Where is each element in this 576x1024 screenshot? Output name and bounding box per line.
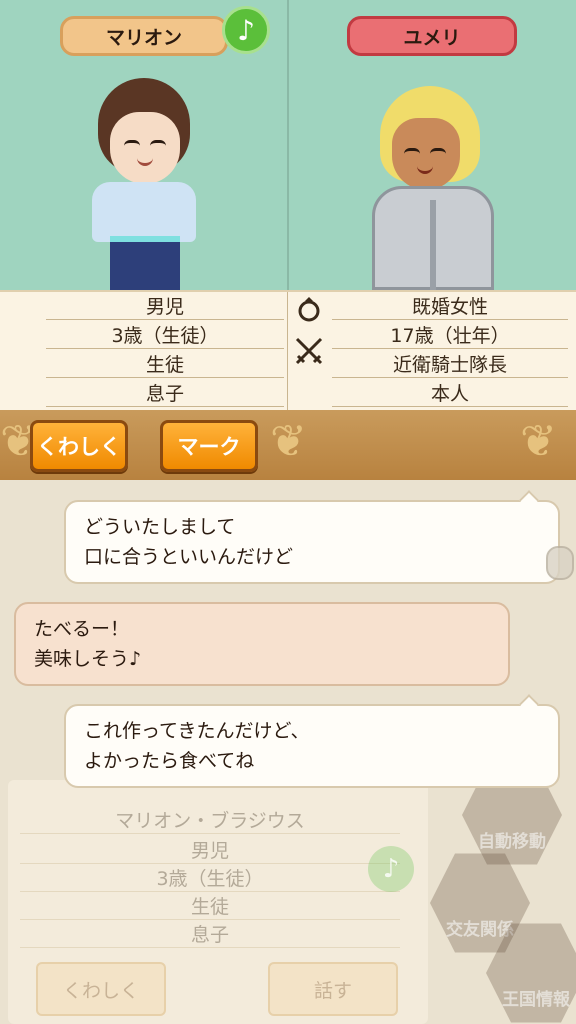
right-character-name[interactable]: ユメリ: [347, 16, 517, 56]
armor-detail: [430, 200, 436, 290]
message-line: 美味しそう♪: [34, 648, 142, 670]
right-info-gender: 既婚女性: [332, 291, 568, 320]
message-line: これ作ってきたんだけど、: [84, 720, 310, 742]
message-bubble-right[interactable]: どういたしまして 口に合うといいんだけど: [64, 490, 560, 584]
auto-move-label: 自動移動: [478, 832, 546, 852]
mark-button[interactable]: マーク: [160, 420, 258, 472]
message-bubble-right[interactable]: これ作ってきたんだけど、 よかったら食べてね: [64, 694, 560, 788]
right-info-age: 17歳（壮年）: [332, 320, 568, 349]
info-divider: [287, 292, 288, 410]
ornament-swirl-icon: ❦: [520, 416, 557, 467]
right-info-relation: 本人: [332, 378, 568, 407]
message-line: たべるー！: [34, 618, 130, 640]
crossed-swords-icon: [294, 336, 324, 366]
message-line: どういたしまして: [84, 516, 236, 538]
left-character-body: [92, 182, 196, 242]
portrait-divider: [287, 0, 289, 290]
left-character-name[interactable]: マリオン: [60, 16, 228, 56]
left-character-pants: [110, 236, 180, 290]
eye: [430, 148, 446, 154]
kingdom-info-label: 王国情報: [502, 990, 570, 1010]
mouth: [137, 158, 153, 166]
right-character-face: [392, 118, 460, 190]
left-info-age: 3歳（生徒）: [46, 320, 284, 349]
eye: [150, 140, 166, 146]
message-line: よかったら食べてね: [84, 750, 255, 772]
left-info-gender: 男児: [46, 291, 284, 320]
mouth: [417, 166, 433, 174]
left-info-occupation: 生徒: [46, 349, 284, 378]
music-note-icon[interactable]: ♪: [222, 6, 270, 54]
background-info-row: 生徒: [20, 892, 400, 920]
eye: [404, 148, 420, 154]
tap-hint-icon: [546, 546, 574, 580]
left-info-relation: 息子: [46, 378, 284, 407]
left-character-face: [110, 112, 180, 184]
ring-icon: [296, 296, 322, 322]
background-info-row: 息子: [20, 920, 400, 948]
message-line: 口に合うといいんだけど: [84, 546, 294, 568]
background-info-row: 3歳（生徒）: [20, 864, 400, 892]
eye: [124, 140, 140, 146]
ornament-swirl-icon: ❦: [270, 416, 307, 467]
background-music-icon: ♪: [368, 846, 414, 892]
right-info-occupation: 近衛騎士隊長: [332, 349, 568, 378]
background-full-name: マリオン・ブラジウス: [20, 806, 400, 834]
background-talk-button: 話す: [268, 962, 398, 1016]
background-info-row: 男児: [20, 836, 400, 864]
message-bubble-left[interactable]: たべるー！ 美味しそう♪: [14, 602, 510, 686]
background-details-button: くわしく: [36, 962, 166, 1016]
details-button[interactable]: くわしく: [30, 420, 128, 472]
relations-label: 交友関係: [446, 920, 514, 940]
